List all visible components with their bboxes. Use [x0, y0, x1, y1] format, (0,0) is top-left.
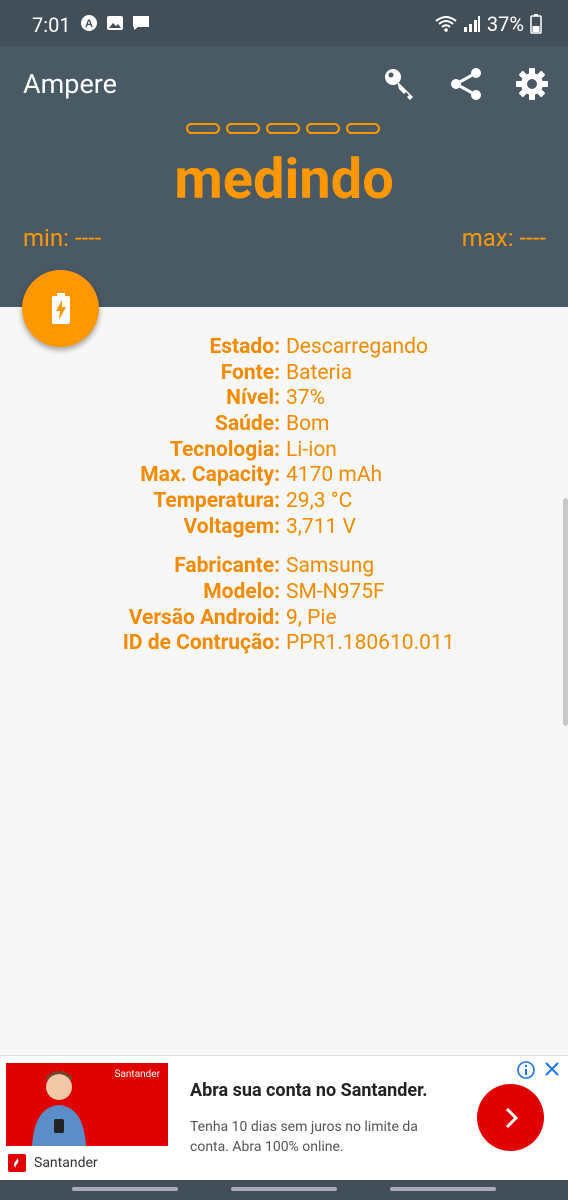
info-row-temperatura: Temperatura: 29,3 °C [0, 488, 568, 514]
info-value: Bateria [286, 360, 353, 385]
max-reading: max: ---- [461, 224, 546, 252]
info-label: Max. Capacity: [140, 463, 280, 488]
dash [266, 123, 300, 134]
info-value: 9, Pie [286, 605, 337, 630]
info-label: Estado: [209, 334, 280, 359]
ad-brand-name: Santander [34, 1155, 98, 1171]
wifi-icon [435, 16, 457, 32]
battery-icon [530, 14, 542, 34]
info-value: PPR1.180610.011 [286, 631, 455, 656]
svg-text:A: A [85, 18, 93, 30]
santander-logo [8, 1154, 26, 1172]
message-notification-icon [133, 16, 149, 30]
info-value: SM-N975F [286, 580, 385, 605]
info-row-saude: Saúde: Bom [0, 411, 568, 437]
ad-close-icon[interactable] [544, 1061, 560, 1077]
app-title: Ampere [23, 68, 117, 100]
info-label: Modelo: [203, 580, 280, 605]
info-row-android: Versão Android: 9, Pie [0, 605, 568, 631]
image-notification-icon [107, 16, 123, 30]
info-row-modelo: Modelo: SM-N975F [0, 579, 568, 605]
battery-charging-icon [51, 292, 70, 324]
dash [306, 123, 340, 134]
chevron-right-icon [505, 1107, 518, 1128]
info-label: Fabricante: [174, 554, 280, 579]
key-button[interactable] [380, 64, 420, 104]
info-value: 37% [286, 386, 325, 411]
signal-icon [463, 16, 480, 32]
share-button[interactable] [446, 64, 486, 104]
ad-title[interactable]: Abra sua conta no Santander. [190, 1080, 428, 1101]
gear-icon [516, 68, 548, 100]
info-label: Versão Android: [128, 605, 280, 630]
nav-recents-button[interactable] [390, 1187, 496, 1191]
info-row-voltagem: Voltagem: 3,711 V [0, 514, 568, 540]
notification-icons: A [80, 14, 150, 32]
info-row-build: ID de Contrução: PPR1.180610.011 [0, 631, 568, 657]
info-row-fonte: Fonte: Bateria [0, 360, 568, 386]
info-value: Li-ion [286, 437, 337, 462]
dash [226, 123, 260, 134]
ad-description: Tenha 10 dias sem juros no limite da con… [190, 1119, 418, 1155]
info-value: 4170 mAh [286, 463, 383, 488]
min-reading: min: ---- [23, 224, 102, 252]
status-bar: 7:01 A 37% [0, 0, 568, 46]
info-label: ID de Contrução: [122, 631, 280, 656]
ad-image-brand: Santander [114, 1069, 160, 1080]
ad-cta-button[interactable] [477, 1084, 544, 1151]
ad-image[interactable]: Santander [6, 1063, 168, 1146]
info-row-fabricante: Fabricante: Samsung [0, 554, 568, 580]
info-value: 3,711 V [286, 514, 356, 539]
dash [346, 123, 380, 134]
settings-button[interactable] [512, 64, 552, 104]
info-row-estado: Estado: Descarregando [0, 334, 568, 360]
battery-percent: 37% [486, 12, 524, 36]
app-header: Ampere medindo min: ---- max: ---- [0, 46, 568, 307]
info-row-tecnologia: Tecnologia: Li-ion [0, 437, 568, 463]
info-row-capacity: Max. Capacity: 4170 mAh [0, 462, 568, 488]
info-label: Saúde: [214, 411, 280, 436]
info-label: Nível: [226, 386, 280, 411]
battery-info-list: Estado: Descarregando Fonte: Bateria Nível… [0, 334, 568, 656]
ad-info-icon[interactable] [517, 1061, 535, 1079]
app-notification-icon: A [81, 15, 97, 31]
ad-banner[interactable]: Santander Santander Abra sua conta no Sa… [0, 1055, 568, 1181]
share-icon [451, 68, 481, 100]
dash [186, 123, 220, 134]
info-value: Bom [286, 411, 330, 436]
current-reading: medindo [174, 146, 394, 212]
info-label: Voltagem: [183, 514, 280, 539]
scrollbar[interactable] [563, 498, 568, 726]
info-label: Fonte: [220, 360, 280, 385]
info-value: Descarregando [286, 334, 428, 359]
reading-dashes [186, 123, 380, 134]
system-nav-bar [0, 1180, 568, 1200]
nav-home-button[interactable] [231, 1187, 337, 1191]
info-row-nivel: Nível: 37% [0, 385, 568, 411]
info-value: 29,3 °C [286, 488, 353, 513]
ad-person-image [32, 1071, 86, 1146]
info-value: Samsung [286, 554, 375, 579]
info-label: Temperatura: [153, 488, 280, 513]
nav-back-button[interactable] [72, 1187, 178, 1191]
info-label: Tecnologia: [169, 437, 280, 462]
status-time: 7:01 [32, 13, 71, 37]
key-icon [385, 69, 413, 100]
